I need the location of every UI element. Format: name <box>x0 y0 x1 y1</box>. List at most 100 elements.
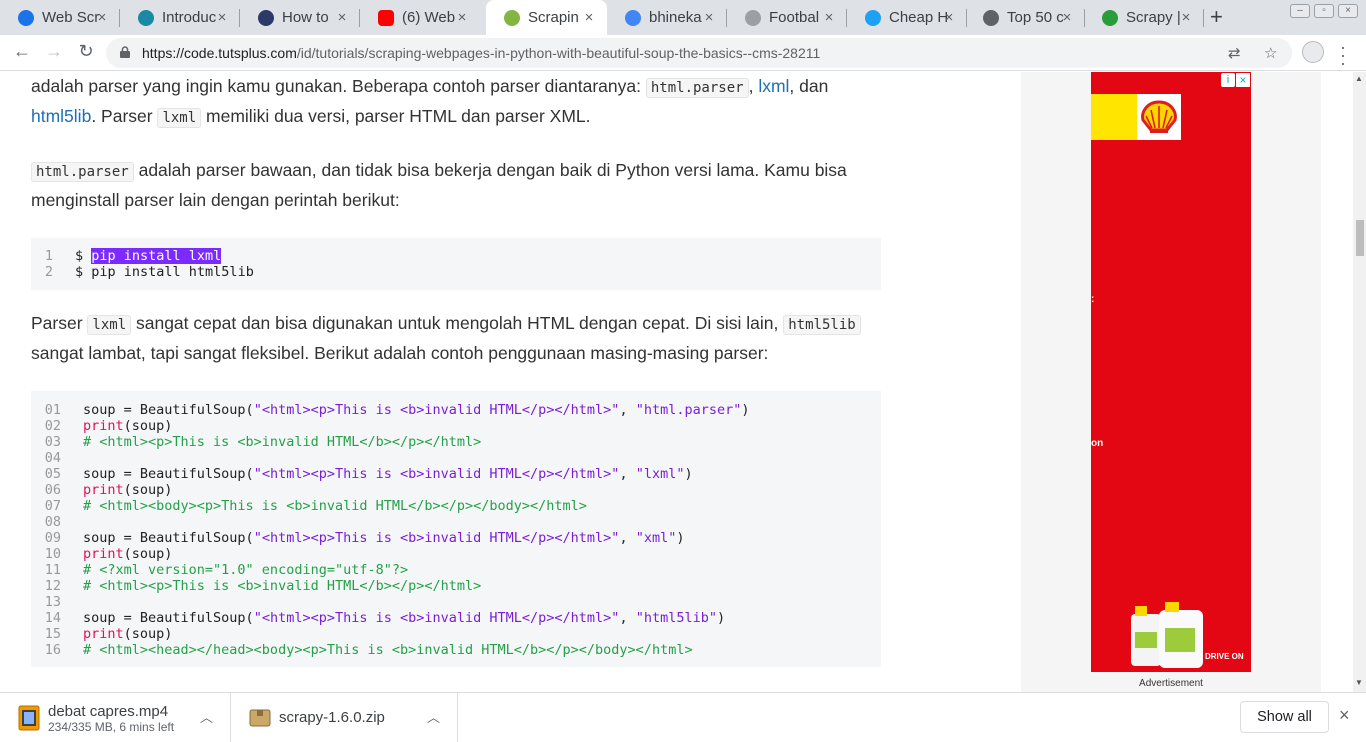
download-filename: debat capres.mp4 <box>48 703 169 720</box>
inline-code: lxml <box>87 315 132 335</box>
profile-avatar[interactable] <box>1302 41 1324 63</box>
tab-close-icon[interactable]: × <box>1178 9 1194 26</box>
code-text: (soup) <box>123 418 173 434</box>
advertisement-label: Advertisement <box>1139 678 1203 689</box>
code-line: 2 $ pip install html5lib <box>31 264 881 280</box>
code-comment: # <html><p>This is <b>invalid HTML</b></… <box>83 434 482 450</box>
tab-6[interactable]: Footbal × <box>727 0 847 35</box>
tab-close-icon[interactable]: × <box>581 9 597 26</box>
bookmark-star-icon[interactable]: ☆ <box>1264 44 1277 62</box>
url-text[interactable]: https://code.tutsplus.com/id/tutorials/s… <box>142 45 820 61</box>
tab-close-icon[interactable]: × <box>94 9 110 26</box>
code-block-install[interactable]: 1 $ pip install lxml 2 $ pip install html5l… <box>31 238 881 290</box>
chevron-up-icon[interactable]: ︿ <box>200 707 213 726</box>
lxml-link[interactable]: lxml <box>758 76 789 96</box>
code-keyword: print <box>83 626 124 642</box>
tab-close-icon[interactable]: × <box>701 9 717 26</box>
code-command: pip install lxml <box>91 248 222 264</box>
ad-info-icon[interactable]: i <box>1221 73 1235 87</box>
paragraph-text: sangat cepat dan bisa digunakan untuk me… <box>131 313 784 333</box>
minimize-button[interactable]: – <box>1290 4 1310 18</box>
tab-8[interactable]: Top 50 c × <box>965 0 1085 35</box>
url-path: /id/tutorials/scraping-webpages-in-pytho… <box>296 45 821 61</box>
code-line: 06 print (soup) <box>31 482 881 498</box>
ad-close-icon[interactable]: × <box>1236 73 1250 87</box>
shell-advertisement[interactable]: i × : on DRIVE ON <box>1091 72 1251 672</box>
tab-label: (6) Web <box>402 9 456 26</box>
code-line: 16 # <html><head></head><body><p>This is … <box>31 642 881 658</box>
code-text: (soup) <box>123 482 173 498</box>
tab-9[interactable]: Scrapy | × <box>1084 0 1204 35</box>
code-string: "<html><p>This is <b>invalid HTML</p></h… <box>253 530 620 546</box>
maximize-button[interactable]: ▫ <box>1314 4 1334 18</box>
chart-line-icon <box>18 9 34 26</box>
code-text: ) <box>716 610 726 626</box>
scroll-down-icon[interactable]: ▼ <box>1355 678 1363 687</box>
address-bar[interactable]: https://code.tutsplus.com/id/tutorials/s… <box>106 38 1292 68</box>
line-number: 1 <box>44 248 53 264</box>
line-number: 01 <box>44 402 61 418</box>
lock-icon[interactable] <box>120 46 130 58</box>
code-text: (soup) <box>123 626 173 642</box>
close-shelf-icon[interactable]: × <box>1339 705 1350 726</box>
paragraph-text: adalah parser bawaan, dan tidak bisa bek… <box>31 160 847 210</box>
code-text: ) <box>741 402 750 418</box>
tab-label: Cheap H <box>889 9 947 26</box>
code-block-parsers[interactable]: 01 soup = BeautifulSoup( "<html><p>This is… <box>31 391 881 667</box>
check-circle-icon <box>1102 9 1118 26</box>
code-text: ) <box>676 530 685 546</box>
download-filename: scrapy-1.6.0.zip <box>279 709 385 726</box>
reload-button[interactable]: ↻ <box>74 41 98 62</box>
code-line: 09 soup = BeautifulSoup("<html><p>This is… <box>31 530 881 546</box>
scroll-up-icon[interactable]: ▲ <box>1355 74 1363 83</box>
sidebar: i × : on DRIVE ON Advertisement <box>1021 72 1321 692</box>
code-line: 08 <box>31 514 881 530</box>
tab-close-icon[interactable]: × <box>1059 9 1075 26</box>
code-line: 02 print (soup) <box>31 418 881 434</box>
tab-3[interactable]: (6) Web × <box>360 0 480 35</box>
code-line: 05 soup = BeautifulSoup("<html><p>This is… <box>31 466 881 482</box>
close-window-button[interactable]: × <box>1338 4 1358 18</box>
tab-7[interactable]: Cheap H × <box>847 0 967 35</box>
tab-1[interactable]: Introduc × <box>120 0 240 35</box>
paragraph-install: html.parser adalah parser bawaan, dan ti… <box>31 156 891 214</box>
tab-close-icon[interactable]: × <box>821 9 837 26</box>
forward-button[interactable]: → <box>42 41 66 62</box>
code-line: 04 <box>31 450 881 466</box>
tab-close-icon[interactable]: × <box>941 9 957 26</box>
line-number: 09 <box>44 530 61 546</box>
translate-icon[interactable]: ⇄ <box>1228 44 1241 62</box>
tab-label: Introduc <box>162 9 217 26</box>
tab-5[interactable]: bhineka × <box>607 0 727 35</box>
line-number: 16 <box>44 642 61 658</box>
line-number: 08 <box>44 514 61 530</box>
show-all-button[interactable]: Show all <box>1240 701 1329 733</box>
tab-2[interactable]: How to × <box>240 0 360 35</box>
back-button[interactable]: ← <box>10 41 34 62</box>
new-tab-button[interactable]: + <box>1210 4 1223 30</box>
tab-close-icon[interactable]: × <box>334 9 350 26</box>
tab-0[interactable]: Web Scr × <box>0 0 120 35</box>
code-string: "html.parser" <box>635 402 742 418</box>
download-item[interactable]: debat capres.mp4 234/335 MB, 6 mins left… <box>0 693 231 742</box>
code-command: pip install html5lib <box>91 264 254 280</box>
download-item[interactable]: scrapy-1.6.0.zip ︿ <box>231 693 458 742</box>
paragraph-text: sangat lambat, tapi sangat fleksibel. Be… <box>31 343 769 363</box>
paragraph-text: . Parser <box>91 106 158 126</box>
tab-4[interactable]: Scrapin × <box>486 0 607 35</box>
code-comment: # <html><body><p>This is <b>invalid HTML… <box>83 498 587 514</box>
paragraph-text: , <box>748 76 759 96</box>
paragraph-text: adalah parser yang ingin kamu gunakan. B… <box>31 76 646 96</box>
code-text: soup = BeautifulSoup( <box>83 610 254 626</box>
code-comment: # <?xml version="1.0" encoding="utf-8"?> <box>83 562 409 578</box>
html5lib-link[interactable]: html5lib <box>31 106 91 126</box>
code-comment: # <html><p>This is <b>invalid HTML</b></… <box>83 578 482 594</box>
chevron-up-icon[interactable]: ︿ <box>427 707 440 726</box>
code-line: 10 print (soup) <box>31 546 881 562</box>
tab-label: Scrapin <box>528 9 579 26</box>
scroll-thumb[interactable] <box>1356 220 1364 256</box>
browser-menu-icon[interactable]: · · · <box>1338 38 1348 72</box>
page-scrollbar[interactable]: ▲ ▼ <box>1353 72 1366 692</box>
tab-close-icon[interactable]: × <box>214 9 230 26</box>
tab-close-icon[interactable]: × <box>454 9 470 26</box>
